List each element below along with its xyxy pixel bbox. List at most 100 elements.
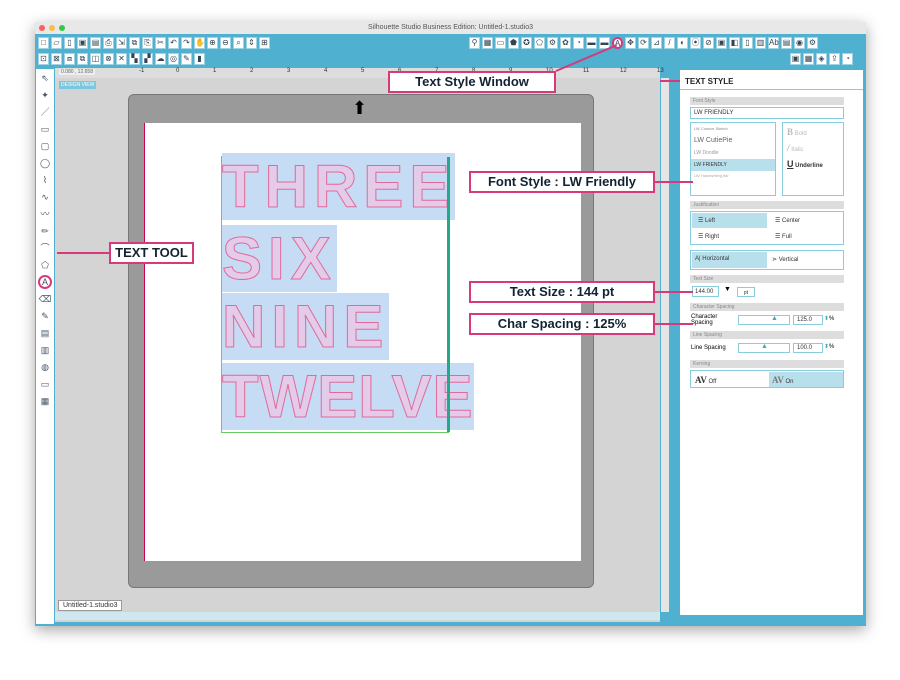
grid-icon[interactable]: ▦ [482, 37, 493, 49]
arc-tool-icon[interactable]: ⌒ [38, 241, 52, 255]
zoom-select-icon[interactable]: ⌕ [233, 37, 244, 49]
rotate-icon[interactable]: ⟳ [638, 37, 649, 49]
ellipse-tool-icon[interactable]: ◯ [38, 156, 52, 170]
weld-icon[interactable]: ◫ [90, 53, 101, 65]
pen-icon[interactable]: ✎ [181, 53, 192, 65]
print-icon[interactable]: ⎙ [103, 37, 114, 49]
transform-icon[interactable]: ✥ [625, 37, 636, 49]
font-name-field[interactable]: LW FRIENDLY [690, 107, 844, 119]
group-icon[interactable]: ⊡ [38, 53, 49, 65]
open-icon[interactable]: ▱ [51, 37, 62, 49]
cut-settings-icon[interactable]: ⊘ [703, 37, 714, 49]
pan-icon[interactable]: ✋ [194, 37, 205, 49]
design-canvas[interactable]: ⬆ THREE SIX NINE TWELVE [55, 78, 660, 622]
release-icon[interactable]: ⧉ [77, 53, 88, 65]
minimize-button[interactable] [49, 25, 55, 31]
store-icon[interactable]: ◍ [38, 360, 52, 374]
ungroup-icon[interactable]: ⊠ [51, 53, 62, 65]
layers-icon[interactable]: ▣ [716, 37, 727, 49]
offset-icon[interactable]: ◔ [573, 37, 584, 49]
settings-icon[interactable]: ⚙ [807, 37, 818, 49]
page-icon[interactable]: ▤ [38, 326, 52, 340]
undo-icon[interactable]: ↶ [168, 37, 179, 49]
eraser-icon[interactable]: ▮ [194, 53, 205, 65]
rounded-rect-icon[interactable]: ▢ [38, 139, 52, 153]
font-item[interactable]: LW Cursive Sketch [691, 123, 775, 134]
drag-zoom-icon[interactable]: ⇕ [246, 37, 257, 49]
char-spacing-slider[interactable]: ▲ [738, 315, 790, 325]
trace-icon[interactable]: ◐ [677, 37, 688, 49]
polygon-tool-icon[interactable]: ⌇ [38, 173, 52, 187]
char-spacing-stepper[interactable]: ⬍% [824, 315, 834, 322]
library-icon[interactable]: ⬠ [534, 37, 545, 49]
send-icon[interactable]: ⇲ [116, 37, 127, 49]
fill-icon[interactable]: ▭ [495, 37, 506, 49]
justify-center-button[interactable]: ☰ Center [769, 213, 843, 228]
page-setup-icon[interactable]: ⚲ [469, 37, 480, 49]
justify-full-button[interactable]: ☰ Full [769, 229, 843, 244]
line-color-icon[interactable]: ▬ [586, 37, 597, 49]
star-icon[interactable]: ✪ [521, 37, 532, 49]
device-icon[interactable]: ▯ [742, 37, 753, 49]
font-icon[interactable]: Ab [768, 37, 779, 49]
media-icon[interactable]: ⦿ [690, 37, 701, 49]
font-item[interactable]: LW CutiePie [691, 134, 775, 147]
store-icon[interactable]: ▥ [755, 37, 766, 49]
char-spacing-input[interactable]: 125.0 [793, 315, 823, 325]
rectangle-tool-icon[interactable]: ▭ [38, 122, 52, 136]
nest-icon[interactable]: ◧ [729, 37, 740, 49]
view-store-icon[interactable]: ▦ [803, 53, 814, 65]
curve-tool-icon[interactable]: ∿ [38, 190, 52, 204]
close-button[interactable] [39, 25, 45, 31]
target-icon[interactable]: ◎ [168, 53, 179, 65]
text-size-dropdown-icon[interactable]: ▼ [724, 286, 731, 293]
line-spacing-slider[interactable]: ▲ [738, 343, 790, 353]
compound-icon[interactable]: ⧈ [64, 53, 75, 65]
font-item-selected[interactable]: LW FRIENDLY [691, 159, 775, 171]
justify-right-button[interactable]: ☰ Right [692, 229, 767, 244]
align-icon[interactable]: ⊿ [651, 37, 662, 49]
underline-option[interactable]: U Underline [787, 159, 839, 169]
copy-icon[interactable]: ⧉ [129, 37, 140, 49]
eraser-tool-icon[interactable]: ⌫ [38, 292, 52, 306]
point-edit-icon[interactable]: ✦ [38, 88, 52, 102]
kerning-on-button[interactable]: AV On [769, 372, 843, 387]
view-cloud-icon[interactable]: ◔ [842, 53, 853, 65]
library-icon[interactable]: ▥ [38, 343, 52, 357]
view-library-icon[interactable]: ◈ [816, 53, 827, 65]
knife-tool-icon[interactable]: ✎ [38, 309, 52, 323]
kerning-off-button[interactable]: AV Off [692, 372, 767, 387]
text-tool-icon[interactable]: A [38, 275, 52, 289]
freehand-tool-icon[interactable]: 〰 [38, 207, 52, 221]
bold-option[interactable]: B Bold [787, 127, 839, 137]
split-view-icon[interactable]: ▭ [38, 377, 52, 391]
shape-icon[interactable]: ⬟ [508, 37, 519, 49]
redo-icon[interactable]: ↷ [181, 37, 192, 49]
view-design-icon[interactable]: ▣ [790, 53, 801, 65]
line-spacing-stepper[interactable]: ⬍% [824, 343, 834, 350]
font-item[interactable]: LW Handwriting Ital [691, 171, 775, 180]
knife-icon[interactable]: / [664, 37, 675, 49]
cut-icon[interactable]: ✂ [155, 37, 166, 49]
save-as-icon[interactable]: ▤ [90, 37, 101, 49]
horizontal-scrollbar[interactable] [55, 612, 660, 620]
zoom-in-icon[interactable]: ⊕ [207, 37, 218, 49]
replicate-icon[interactable]: ⚙ [547, 37, 558, 49]
layout-icon[interactable]: ▦ [38, 394, 52, 408]
cloud-icon[interactable]: ☁ [155, 53, 166, 65]
select-tool-icon[interactable]: ⇖ [38, 71, 52, 85]
flower-icon[interactable]: ✿ [560, 37, 571, 49]
line-spacing-input[interactable]: 100.0 [793, 343, 823, 353]
fit-icon[interactable]: ⊞ [259, 37, 270, 49]
horizontal-button[interactable]: A| Horizontal [692, 252, 767, 268]
delete-icon[interactable]: ✕ [116, 53, 127, 65]
italic-option[interactable]: / Italic [787, 143, 839, 153]
library-panel-icon[interactable]: ▤ [781, 37, 792, 49]
save-icon[interactable]: ▣ [77, 37, 88, 49]
duplicate-icon[interactable]: ⊗ [103, 53, 114, 65]
document-tab[interactable]: Untitled-1.studio3 [58, 600, 123, 611]
font-item[interactable]: LW Doodle [691, 147, 775, 159]
media-panel-icon[interactable]: ◉ [794, 37, 805, 49]
text-size-input[interactable]: 144.00 [692, 286, 719, 297]
line-tool-icon[interactable]: ／ [38, 105, 52, 119]
